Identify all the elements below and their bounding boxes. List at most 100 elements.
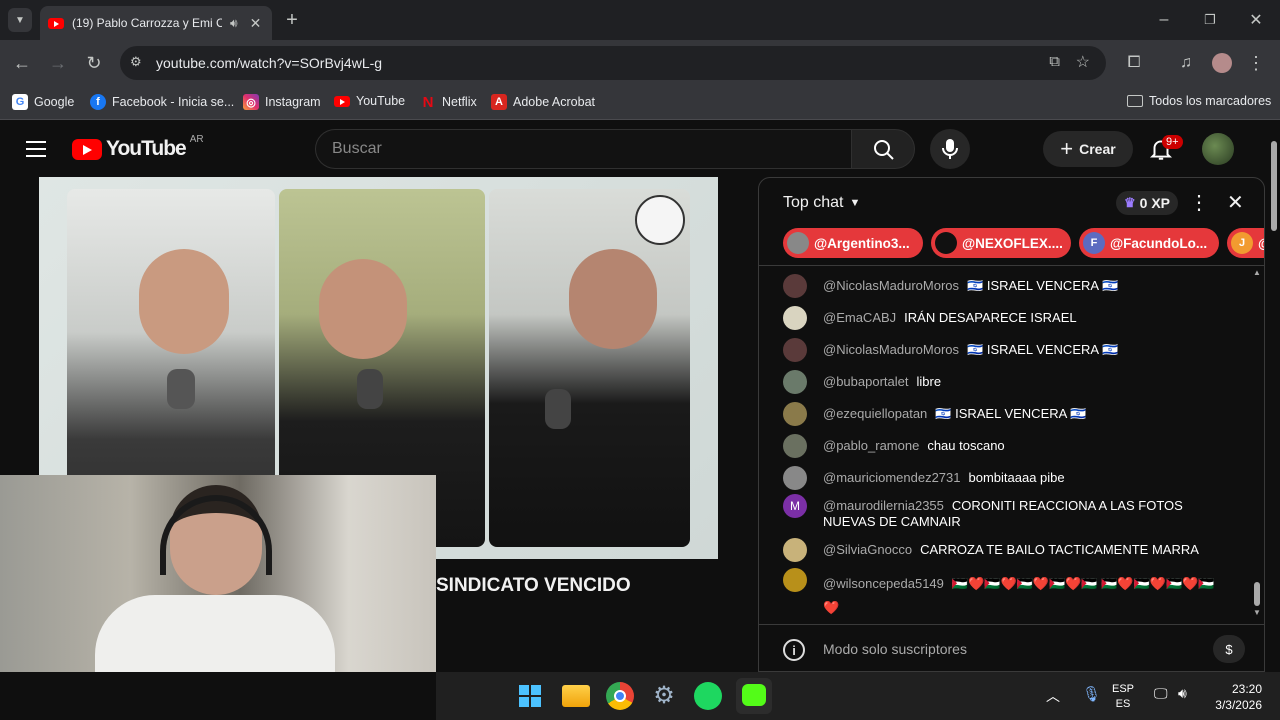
clock[interactable]: 23:20 3/3/2026 xyxy=(1212,681,1262,713)
info-icon[interactable]: i xyxy=(783,639,805,661)
bookmark-google[interactable]: G Google xyxy=(12,94,74,110)
reload-icon[interactable]: ↻ xyxy=(82,51,106,75)
message-author[interactable]: @wilsoncepeda5149 xyxy=(823,576,944,591)
message-author[interactable]: @SilviaGnocco xyxy=(823,542,912,557)
message-text: chau toscano xyxy=(927,438,1005,453)
message-author[interactable]: @pablo_ramone xyxy=(823,438,919,453)
install-app-icon[interactable]: ⧉ xyxy=(1049,53,1060,70)
microphone-icon xyxy=(942,139,958,159)
message-avatar xyxy=(783,568,807,592)
donor-chip[interactable]: @NEXOFLEX.... xyxy=(931,228,1071,258)
bookmark-instagram[interactable]: ◎ Instagram xyxy=(243,94,321,110)
chat-scrollbar[interactable]: ▲ ▼ xyxy=(1253,268,1261,618)
browser-tab-bar: ▼ (19) Pablo Carrozza y Emi C 🔊︎ ✕ + – ❐… xyxy=(0,0,1280,40)
scroll-up-arrow-icon[interactable]: ▲ xyxy=(1253,268,1261,277)
back-icon[interactable]: ← xyxy=(10,51,34,75)
chat-message: M @maurodilernia2355 CORONITI REACCIONA A … xyxy=(783,494,1223,530)
message-avatar xyxy=(783,466,807,490)
scroll-down-arrow-icon[interactable]: ▼ xyxy=(1253,608,1261,617)
spotify-icon[interactable] xyxy=(694,682,722,710)
close-window-icon[interactable]: ✕ xyxy=(1242,8,1270,32)
windows-taskbar: ⚙ ︿ 🎙︎ ESP ES 🖵︎ 🔊︎ 23:20 3/3/2026 xyxy=(436,672,1280,720)
show-hidden-icons[interactable]: ︿ xyxy=(1046,686,1060,706)
bookmark-acrobat[interactable]: A Adobe Acrobat xyxy=(491,94,595,110)
restore-icon[interactable]: ❐ xyxy=(1196,8,1224,32)
subscribers-only-text: Modo solo suscriptores xyxy=(823,641,967,657)
account-avatar[interactable] xyxy=(1202,133,1234,165)
streaming-app-icon[interactable] xyxy=(736,678,772,714)
xp-badge[interactable]: ♛ 0 XP xyxy=(1116,191,1179,215)
page-scroll-thumb[interactable] xyxy=(1271,141,1277,231)
network-icon[interactable]: 🖵︎ xyxy=(1154,685,1168,702)
chat-more-icon[interactable]: ⋮ xyxy=(1189,190,1209,215)
windows-start-icon[interactable] xyxy=(516,682,544,710)
create-button[interactable]: + Crear xyxy=(1043,131,1133,167)
message-author[interactable]: @EmaCABJ xyxy=(823,310,896,325)
youtube-logo[interactable]: YouTube AR xyxy=(72,134,204,161)
bookmark-facebook[interactable]: f Facebook - Inicia se... xyxy=(90,94,234,110)
extensions-icon[interactable]: ⧠ xyxy=(1122,51,1146,75)
search-button[interactable] xyxy=(851,129,915,169)
close-chat-icon[interactable]: ✕ xyxy=(1227,190,1244,215)
forward-icon[interactable]: → xyxy=(46,51,70,75)
microphone-tray-icon[interactable]: 🎙︎ xyxy=(1082,685,1101,703)
message-author[interactable]: @maurodilernia2355 xyxy=(823,498,944,513)
clock-time: 23:20 xyxy=(1231,682,1262,696)
language-indicator[interactable]: ESP ES xyxy=(1112,682,1134,712)
chat-mode-selector[interactable]: Top chat ▼ xyxy=(783,194,860,212)
message-avatar xyxy=(783,402,807,426)
all-bookmarks-label: Todos los marcadores xyxy=(1149,94,1272,108)
all-bookmarks[interactable]: Todos los marcadores xyxy=(1127,94,1271,108)
browser-tab-active[interactable]: (19) Pablo Carrozza y Emi C 🔊︎ ✕ xyxy=(40,6,272,40)
message-text: IRÁN DESAPARECE ISRAEL xyxy=(904,310,1077,325)
donor-chip[interactable]: @Argentino3... xyxy=(783,228,923,258)
hamburger-menu-icon[interactable] xyxy=(26,141,46,157)
chrome-icon[interactable] xyxy=(606,682,634,710)
close-tab-icon[interactable]: ✕ xyxy=(250,15,262,32)
youtube-header: YouTube AR Buscar + Crear 9+ xyxy=(0,121,1268,177)
message-author[interactable]: @NicolasMaduroMoros xyxy=(823,342,959,357)
profile-avatar[interactable] xyxy=(1212,53,1232,73)
bookmark-star-icon[interactable]: ☆ xyxy=(1076,52,1090,72)
scroll-thumb[interactable] xyxy=(1254,582,1260,606)
minimize-icon[interactable]: – xyxy=(1150,8,1178,32)
voice-search-button[interactable] xyxy=(930,129,970,169)
super-chat-button[interactable]: $ xyxy=(1213,635,1245,663)
message-text: libre xyxy=(916,374,942,389)
plus-icon: + xyxy=(1060,136,1074,161)
message-author[interactable]: @NicolasMaduroMoros xyxy=(823,278,959,293)
site-info-icon[interactable]: ⚙ xyxy=(130,54,142,70)
volume-icon[interactable]: 🔊︎ xyxy=(1178,685,1187,702)
new-tab-button[interactable]: + xyxy=(280,6,304,34)
message-avatar xyxy=(783,370,807,394)
search-input[interactable]: Buscar xyxy=(315,129,851,169)
settings-icon[interactable]: ⚙ xyxy=(650,682,678,710)
donor-chip[interactable]: J @ xyxy=(1227,228,1264,258)
chevron-down-icon: ▼ xyxy=(849,197,861,209)
bookmark-netflix[interactable]: N Netflix xyxy=(420,94,477,111)
youtube-favicon-icon xyxy=(48,17,64,29)
media-controls-icon[interactable]: ♫ xyxy=(1174,51,1198,75)
clock-date: 3/3/2026 xyxy=(1215,698,1262,712)
bookmark-label: Google xyxy=(34,95,75,109)
bookmark-youtube[interactable]: YouTube xyxy=(334,94,405,108)
message-author[interactable]: @mauriciomendez2731 xyxy=(823,470,961,485)
chat-mode-label: Top chat xyxy=(783,194,844,211)
message-text: 🇮🇱 ISRAEL VENCERA 🇮🇱 xyxy=(935,406,1087,421)
acrobat-icon: A xyxy=(491,94,507,110)
chat-message: @bubaportalet libre xyxy=(783,370,1223,394)
speaker-icon[interactable]: 🔊︎ xyxy=(230,16,238,31)
webcam-overlay xyxy=(0,475,436,672)
message-author[interactable]: @ezequiellopatan xyxy=(823,406,927,421)
address-bar[interactable]: ⚙ youtube.com/watch?v=SOrBvj4wL-g ⧉ ☆ xyxy=(120,46,1106,80)
bookmark-label: Instagram xyxy=(265,95,321,109)
message-author[interactable]: @bubaportalet xyxy=(823,374,908,389)
url-text: youtube.com/watch?v=SOrBvj4wL-g xyxy=(156,55,383,71)
donor-chip[interactable]: F @FacundoLo... xyxy=(1079,228,1219,258)
bookmark-label: Adobe Acrobat xyxy=(513,95,596,109)
file-explorer-icon[interactable] xyxy=(562,685,590,707)
page-scrollbar[interactable] xyxy=(1268,121,1280,672)
chrome-menu-icon[interactable]: ⋮ xyxy=(1246,51,1266,75)
tab-search-icon[interactable]: ▼ xyxy=(8,8,32,32)
chat-message: @NicolasMaduroMoros 🇮🇱 ISRAEL VENCERA 🇮🇱 xyxy=(783,274,1223,298)
